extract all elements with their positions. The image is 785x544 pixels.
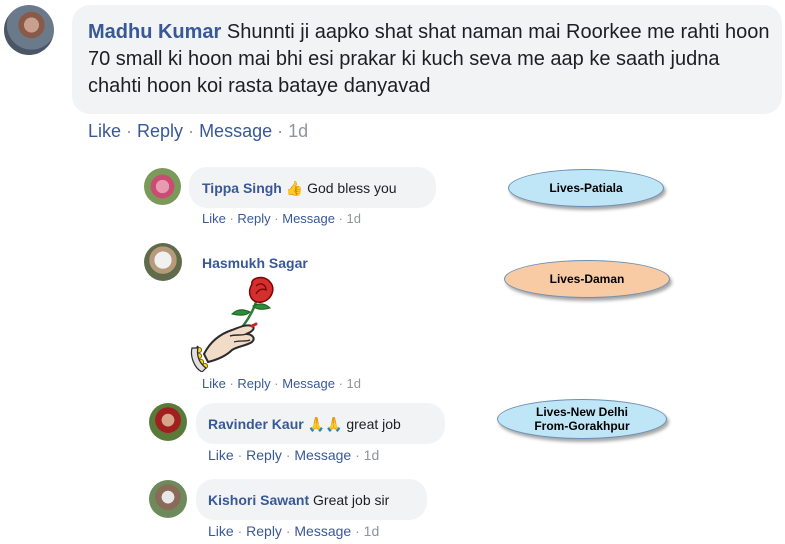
reply-actions: Like · Reply · Message · 1d xyxy=(208,447,379,464)
annotation-oval-daman: Lives-Daman xyxy=(504,260,670,298)
reply-text: God bless you xyxy=(307,180,397,196)
reply-body: Ravinder Kaur 🙏🙏 great job xyxy=(208,415,401,433)
annotation-label: Lives-New Delhi xyxy=(535,405,629,419)
timestamp[interactable]: 1d xyxy=(364,447,380,463)
separator: · xyxy=(270,211,283,226)
avatar-madhu-kumar[interactable] xyxy=(4,5,54,55)
reply-body: Kishori Sawant Great job sir xyxy=(208,491,389,509)
separator: · xyxy=(281,447,295,463)
reply-author[interactable]: Hasmukh Sagar xyxy=(202,255,308,271)
reply-text: great job xyxy=(346,416,401,432)
reply-button[interactable]: Reply xyxy=(246,523,282,539)
annotation-oval-new-delhi: Lives-New Delhi From-Gorakhpur xyxy=(497,399,667,439)
message-button[interactable]: Message xyxy=(294,447,351,463)
avatar-tippa-singh[interactable] xyxy=(144,168,181,205)
separator: · xyxy=(225,211,238,226)
reply-header: Hasmukh Sagar xyxy=(202,254,308,272)
reply-text: Great job sir xyxy=(313,492,390,508)
reply-author[interactable]: Ravinder Kaur xyxy=(208,416,304,432)
reply-actions: Like · Reply · Message · 1d xyxy=(202,211,361,227)
reply-bubble-ravinder-kaur: Ravinder Kaur 🙏🙏 great job xyxy=(196,403,445,444)
reply-button[interactable]: Reply xyxy=(237,376,270,391)
annotation-label: Lives-Daman xyxy=(549,272,625,286)
like-button[interactable]: Like xyxy=(202,376,226,391)
main-comment-bubble: Madhu Kumar Shunnti ji aapko shat shat n… xyxy=(72,5,782,114)
reply-button[interactable]: Reply xyxy=(237,211,270,226)
timestamp[interactable]: 1d xyxy=(288,121,308,141)
message-button[interactable]: Message xyxy=(199,121,272,141)
reply-bubble-tippa-singh: Tippa Singh 👍 God bless you xyxy=(189,167,436,208)
separator: · xyxy=(225,376,238,391)
separator: · xyxy=(233,523,247,539)
like-button[interactable]: Like xyxy=(208,447,234,463)
message-button[interactable]: Message xyxy=(282,211,335,226)
separator: · xyxy=(270,376,283,391)
avatar-ravinder-kaur[interactable] xyxy=(149,403,187,441)
separator: · xyxy=(233,447,247,463)
like-button[interactable]: Like xyxy=(202,211,226,226)
folded-hands-emoji-icon: 🙏🙏 xyxy=(307,416,343,432)
separator: · xyxy=(183,121,200,141)
annotation-oval-patiala: Lives-Patiala xyxy=(508,169,664,207)
thumbs-up-emoji-icon: 👍 xyxy=(285,180,304,196)
timestamp[interactable]: 1d xyxy=(364,523,380,539)
reply-actions: Like · Reply · Message · 1d xyxy=(208,523,379,540)
timestamp[interactable]: 1d xyxy=(347,376,361,391)
timestamp[interactable]: 1d xyxy=(347,211,361,226)
hand-holding-rose-sticker[interactable] xyxy=(190,276,282,372)
reply-body: Tippa Singh 👍 God bless you xyxy=(202,179,397,197)
main-comment-author[interactable]: Madhu Kumar xyxy=(88,21,221,43)
separator: · xyxy=(272,121,289,141)
reply-actions: Like · Reply · Message · 1d xyxy=(202,376,361,392)
reply-author[interactable]: Kishori Sawant xyxy=(208,492,309,508)
like-button[interactable]: Like xyxy=(88,121,121,141)
annotation-label: Lives-Patiala xyxy=(549,181,623,195)
message-button[interactable]: Message xyxy=(282,376,335,391)
separator: · xyxy=(351,447,364,463)
separator: · xyxy=(121,121,138,141)
annotation-label: From-Gorakhpur xyxy=(534,419,630,433)
avatar-kishori-sawant[interactable] xyxy=(149,480,187,518)
message-button[interactable]: Message xyxy=(294,523,351,539)
separator: · xyxy=(351,523,364,539)
avatar-hasmukh-sagar[interactable] xyxy=(144,243,182,281)
separator: · xyxy=(334,211,347,226)
reply-author[interactable]: Tippa Singh xyxy=(202,180,282,196)
reply-bubble-kishori-sawant: Kishori Sawant Great job sir xyxy=(196,479,427,520)
main-comment-body: Madhu Kumar Shunnti ji aapko shat shat n… xyxy=(88,19,778,100)
reply-button[interactable]: Reply xyxy=(137,121,183,141)
reply-button[interactable]: Reply xyxy=(246,447,282,463)
like-button[interactable]: Like xyxy=(208,523,234,539)
separator: · xyxy=(281,523,295,539)
main-comment-actions: Like · Reply · Message · 1d xyxy=(88,120,308,142)
separator: · xyxy=(334,376,347,391)
